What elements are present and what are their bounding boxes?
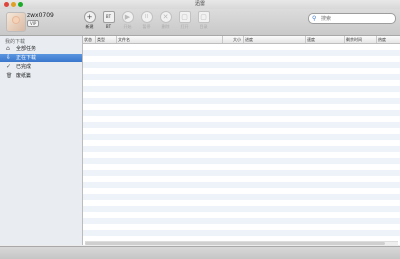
sidebar-item-label: 正在下载 — [16, 55, 37, 61]
username[interactable]: zwx0709 — [27, 12, 54, 19]
search-box[interactable]: ⚲ — [308, 13, 396, 24]
start-label: 开始 — [123, 24, 132, 29]
app-window: 迅雷 zwx0709 VIP + 新建 BT BT ▶ 开始 II 暂停 ✕ 删… — [0, 0, 400, 259]
open-file-label: 打开 — [180, 24, 189, 29]
table-header: 状态 类型 文件名 大小 进度 速度 剩余时间 热度 — [83, 36, 400, 44]
open-file-button[interactable]: ▢ 打开 — [177, 11, 192, 30]
bt-icon: BT — [102, 11, 115, 23]
sidebar-heading: 我的下载 — [5, 39, 26, 45]
scrollbar-thumb[interactable] — [85, 242, 385, 245]
pause-label: 暂停 — [142, 24, 151, 29]
column-header-size[interactable]: 大小 — [223, 36, 244, 43]
download-icon: ⇩ — [6, 54, 12, 61]
search-icon: ⚲ — [312, 15, 317, 22]
check-icon: ✓ — [6, 63, 12, 70]
new-task-button[interactable]: + 新建 — [82, 11, 97, 30]
horizontal-scrollbar[interactable] — [85, 241, 398, 245]
start-button[interactable]: ▶ 开始 — [120, 11, 135, 30]
task-rows[interactable] — [83, 44, 400, 241]
delete-icon: ✕ — [159, 11, 172, 23]
status-bar — [0, 246, 400, 259]
new-task-label: 新建 — [85, 24, 94, 29]
sidebar-item-downloading[interactable]: ⇩ 正在下载 — [0, 54, 82, 62]
file-icon: ▢ — [178, 11, 191, 23]
sidebar-item-label: 废纸篓 — [16, 73, 32, 79]
pause-button[interactable]: II 暂停 — [139, 11, 154, 30]
toolbar: zwx0709 VIP + 新建 BT BT ▶ 开始 II 暂停 ✕ 删除 ▢… — [0, 9, 400, 36]
task-list: 状态 类型 文件名 大小 进度 速度 剩余时间 热度 — [83, 36, 400, 245]
column-header-time-left[interactable]: 剩余时间 — [345, 36, 377, 43]
pause-icon: II — [140, 11, 153, 23]
search-input[interactable] — [321, 14, 391, 23]
title-bar: 迅雷 — [0, 0, 400, 9]
bt-task-label: BT — [105, 24, 112, 29]
column-header-heat[interactable]: 热度 — [377, 36, 400, 43]
column-header-filename[interactable]: 文件名 — [117, 36, 223, 43]
sidebar-item-label: 全部任务 — [16, 46, 37, 52]
vip-badge[interactable]: VIP — [27, 20, 40, 27]
column-header-status[interactable]: 状态 — [83, 36, 96, 43]
window-title: 迅雷 — [194, 1, 205, 7]
home-icon: ⌂ — [6, 45, 10, 52]
plus-icon: + — [83, 11, 96, 23]
play-icon: ▶ — [121, 11, 134, 23]
column-header-speed[interactable]: 速度 — [306, 36, 345, 43]
column-header-type[interactable]: 类型 — [96, 36, 117, 43]
sidebar-item-trash[interactable]: 🗑 废纸篓 — [0, 72, 82, 80]
open-folder-button[interactable]: ▢ 目录 — [196, 11, 211, 30]
trash-icon: 🗑 — [6, 73, 13, 79]
user-avatar[interactable] — [6, 12, 26, 32]
folder-icon: ▢ — [197, 11, 210, 23]
delete-button[interactable]: ✕ 删除 — [158, 11, 173, 30]
sidebar-item-all-tasks[interactable]: ⌂ 全部任务 — [0, 45, 82, 53]
sidebar-item-label: 已完成 — [16, 64, 32, 70]
open-folder-label: 目录 — [199, 24, 208, 29]
delete-label: 删除 — [161, 24, 170, 29]
column-header-progress[interactable]: 进度 — [244, 36, 306, 43]
sidebar: 我的下载 ⌂ 全部任务 ⇩ 正在下载 ✓ 已完成 🗑 废纸篓 — [0, 36, 83, 245]
bt-task-button[interactable]: BT BT — [101, 11, 116, 30]
sidebar-item-completed[interactable]: ✓ 已完成 — [0, 63, 82, 71]
